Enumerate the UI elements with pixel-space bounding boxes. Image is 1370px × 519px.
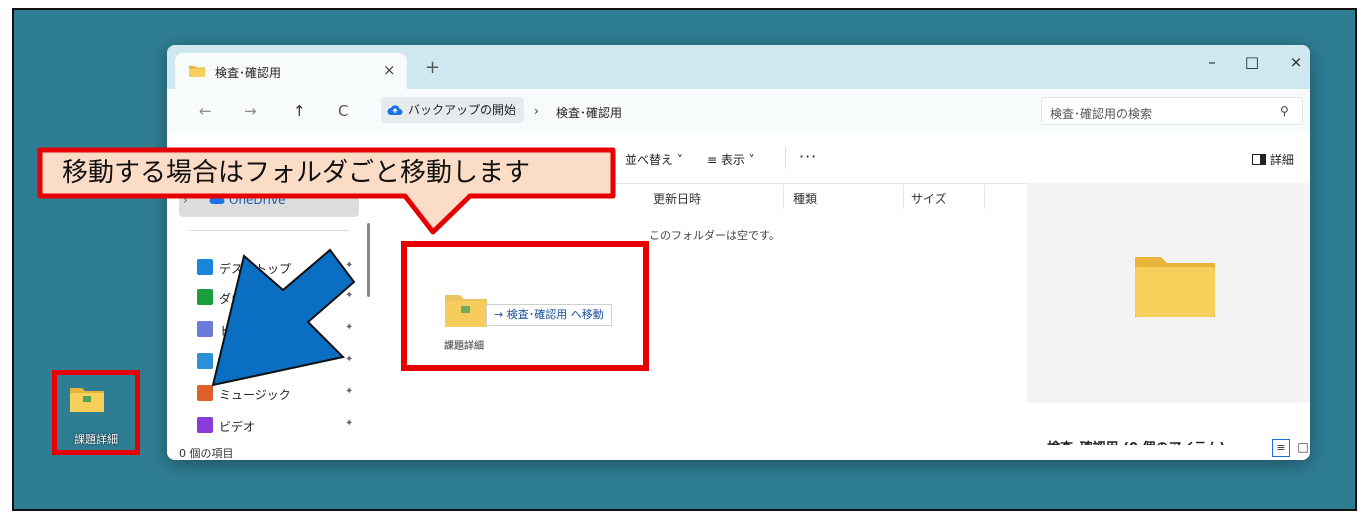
callout-text: 移動する場合はフォルダごと移動します	[62, 158, 531, 188]
pointing-arrow	[211, 248, 356, 387]
annotation-layer	[37, 147, 616, 387]
